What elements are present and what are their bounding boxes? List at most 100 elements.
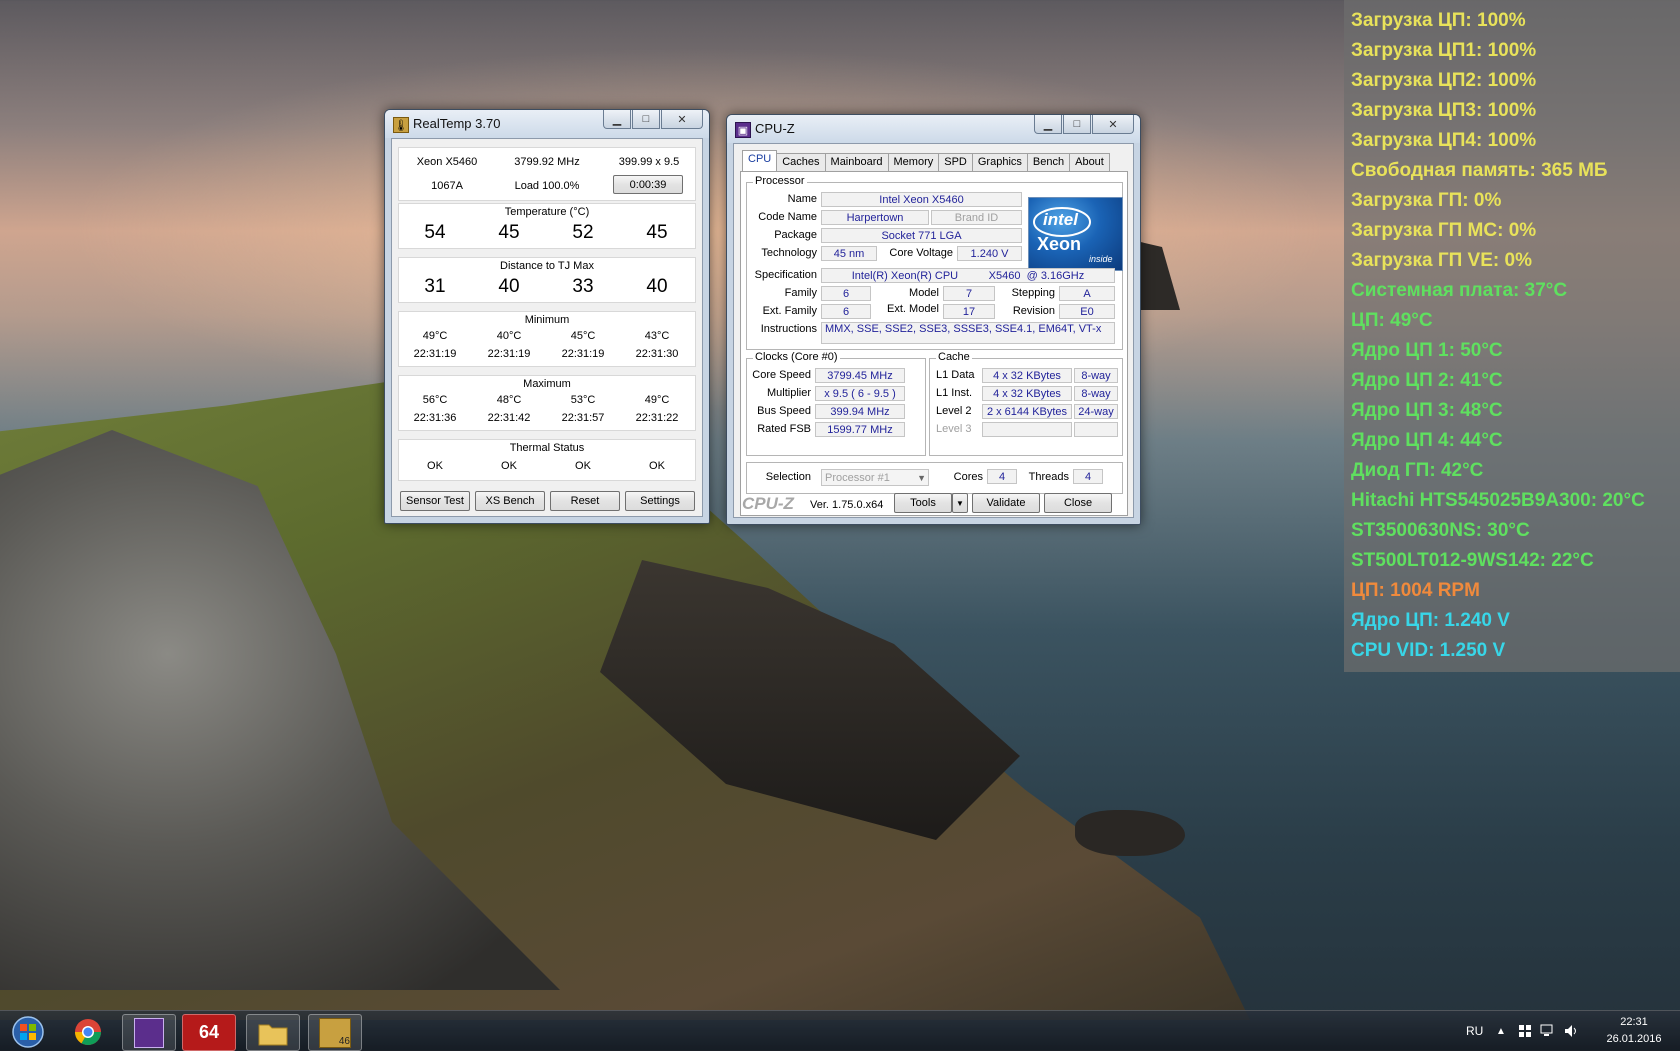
revision-value: E0 [1059,304,1115,319]
min-temp: 40°C [496,330,522,342]
core-distance: 40 [646,276,668,297]
tools-dropdown-button[interactable]: ▼ [952,493,968,513]
cores-label: Cores [953,471,983,483]
volume-icon[interactable] [1564,1011,1580,1051]
stepping-label: Stepping [1011,287,1055,299]
language-indicator[interactable]: RU [1466,1011,1483,1051]
cpu-multiplier: 399.99 x 9.5 [618,156,680,168]
cpuz-title: CPU-Z [755,121,795,136]
sensor-reading: Загрузка ЦП1: 100% [1351,40,1537,61]
cache-group-label: Cache [936,351,972,363]
realtemp-info-box: Xeon X5460 3799.92 MHz 399.99 x 9.5 1067… [398,147,696,201]
level3-label: Level 3 [936,423,972,435]
package-label: Package [774,229,817,241]
intel-brand-text: intel [1043,210,1078,229]
cpu-tab-panel: Processor Name Intel Xeon X5460 Code Nam… [740,171,1128,516]
reset-button[interactable]: Reset [550,491,620,511]
sensor-overlay: Загрузка ЦП: 100% Загрузка ЦП1: 100% Загру… [1344,0,1680,672]
ext-model-value: 17 [943,304,995,319]
realtemp-titlebar[interactable]: 🌡 RealTemp 3.70 ▁ □ ✕ [385,110,709,138]
model-value: 7 [943,286,995,301]
cpuz-window[interactable]: ▣ CPU-Z ▁ □ ✕ CPU Caches Mainboard Memor… [726,114,1141,525]
specification-label: Specification [754,269,817,281]
xs-bench-button[interactable]: XS Bench [475,491,545,511]
realtemp-taskbar-button[interactable]: 46 [308,1014,362,1051]
realtemp-client: Xeon X5460 3799.92 MHz 399.99 x 9.5 1067… [391,138,703,517]
inside-tag-text: inside [1089,254,1113,264]
core-distance: 31 [424,276,446,297]
validate-button[interactable]: Validate [972,493,1040,513]
core-speed-label: Core Speed [752,369,811,381]
family-value: 6 [821,286,871,301]
core-temp: 52 [572,222,594,243]
monitor-network-icon [1540,1024,1553,1036]
l1-data-label: L1 Data [936,369,975,381]
specification-value: Intel(R) Xeon(R) CPU X5460 @ 3.16GHz [821,268,1115,283]
max-time: 22:31:57 [561,412,605,424]
min-time: 22:31:30 [635,348,679,360]
maximize-button[interactable]: □ [1063,115,1091,134]
aida64-taskbar-button[interactable]: 64 [182,1014,236,1051]
selection-label: Selection [765,471,811,483]
sensor-test-button[interactable]: Sensor Test [400,491,470,511]
core-distance: 33 [572,276,594,297]
cache-group: Cache L1 Data 4 x 32 KBytes 8-way L1 Ins… [929,351,1123,456]
core-speed-value: 3799.45 MHz [815,368,905,383]
minimize-button[interactable]: ▁ [603,110,631,129]
chrome-taskbar-button[interactable] [62,1014,114,1049]
temperature-box: Temperature (°C) 54 45 52 45 [398,203,696,249]
thermal-status: OK [501,460,517,472]
min-time: 22:31:19 [561,348,605,360]
network-icon[interactable] [1540,1011,1556,1051]
aida64-icon: 64 [198,1022,220,1042]
cpu-model: Xeon X5460 [416,156,478,168]
realtemp-icon-label: 46 [338,1035,350,1047]
realtemp-title: RealTemp 3.70 [413,116,501,131]
core-temp: 45 [646,222,668,243]
sensor-reading: Загрузка ЦП3: 100% [1351,100,1537,121]
min-temp: 49°C [422,330,448,342]
cpuz-taskbar-button[interactable] [122,1014,176,1051]
distance-label: Distance to TJ Max [500,260,594,272]
core-distance: 40 [498,276,520,297]
minimize-button[interactable]: ▁ [1034,115,1062,134]
close-button[interactable]: ✕ [661,110,703,129]
cpuz-version: Ver. 1.75.0.x64 [810,499,884,511]
xeon-product-text: Xeon [1037,234,1082,254]
settings-button[interactable]: Settings [625,491,695,511]
clock[interactable]: 22:31 26.01.2016 [1596,1014,1672,1048]
maximize-button[interactable]: □ [632,110,660,129]
name-label: Name [787,193,817,205]
close-button[interactable]: ✕ [1092,115,1134,134]
close-dialog-button[interactable]: Close [1044,493,1112,513]
realtemp-icon: 46 [319,1017,351,1048]
l1-inst-assoc: 8-way [1074,386,1118,401]
start-button[interactable] [2,1014,54,1049]
cores-value: 4 [987,469,1017,484]
thermal-status: OK [649,460,665,472]
tools-button[interactable]: Tools [894,493,952,513]
explorer-taskbar-button[interactable] [246,1014,300,1051]
sensor-reading: Свободная память: 365 МБ [1351,160,1608,181]
ext-family-label: Ext. Family [762,305,817,317]
processor-select[interactable]: Processor #1 ▼ [821,469,929,486]
sensor-reading: ST500LT012-9WS142: 22°C [1351,550,1594,571]
chrome-icon [74,1018,102,1045]
sensor-reading: Загрузка ГП MC: 0% [1351,220,1537,241]
thermal-status-box: Thermal Status OK OK OK OK [398,439,696,481]
cpuz-titlebar[interactable]: ▣ CPU-Z ▁ □ ✕ [727,115,1140,143]
sensor-reading: CPU VID: 1.250 V [1351,640,1506,661]
timer-button[interactable]: 0:00:39 [613,175,683,194]
temperature-label: Temperature (°C) [504,206,590,218]
l1-data-value: 4 x 32 KBytes [982,368,1072,383]
tray-expand-icon[interactable]: ▲ [1496,1011,1506,1051]
level3-assoc [1074,422,1118,437]
clock-time: 22:31 [1620,1016,1648,1028]
action-center-icon[interactable] [1518,1011,1532,1051]
sensor-reading: Системная плата: 37°C [1351,280,1568,301]
multiplier-value: x 9.5 ( 6 - 9.5 ) [815,386,905,401]
core-temp: 54 [424,222,446,243]
level2-value: 2 x 6144 KBytes [982,404,1072,419]
max-time: 22:31:36 [413,412,457,424]
realtemp-window[interactable]: 🌡 RealTemp 3.70 ▁ □ ✕ Xeon X5460 3799.92… [384,109,710,524]
